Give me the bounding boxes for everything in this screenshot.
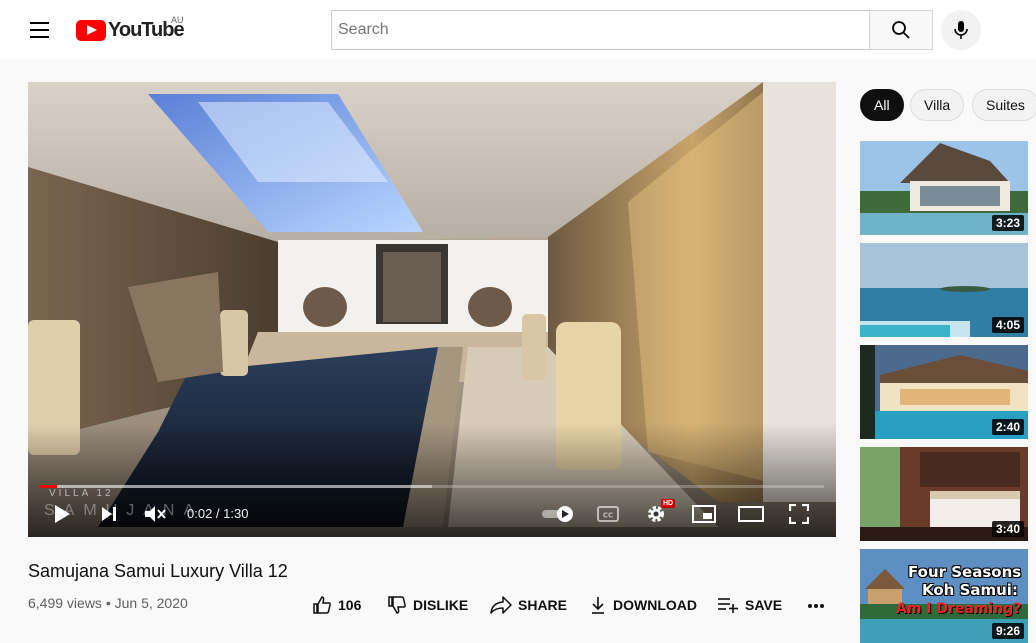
video-duration: 3:23 xyxy=(991,215,1024,231)
video-title: Samujana Samui Luxury Villa 12 xyxy=(28,561,288,581)
fullscreen-icon xyxy=(789,504,809,524)
masthead: YouTube AU xyxy=(0,0,1036,58)
download-label: DOWNLOAD xyxy=(613,597,697,613)
miniplayer-button[interactable] xyxy=(690,500,718,528)
mute-icon xyxy=(145,506,166,522)
dislike-button[interactable]: DISLIKE xyxy=(387,594,468,616)
search-box xyxy=(331,10,870,50)
video-views-date: 6,499 views • Jun 5, 2020 xyxy=(28,595,188,611)
thumbnail-title-line-1: Four Seasons xyxy=(908,563,1022,581)
menu-icon[interactable] xyxy=(22,16,58,44)
progress-buffered xyxy=(40,485,432,488)
autoplay-toggle-icon xyxy=(542,506,573,522)
search-input[interactable] xyxy=(332,11,869,49)
recommended-video-4[interactable]: 3:40 xyxy=(860,447,1028,541)
save-label: SAVE xyxy=(745,597,783,613)
fullscreen-button[interactable] xyxy=(785,500,813,528)
progress-bar[interactable] xyxy=(40,485,824,488)
chip-suites[interactable]: Suites xyxy=(972,89,1036,121)
youtube-logo[interactable]: YouTube xyxy=(76,18,185,42)
progress-played xyxy=(40,485,58,488)
video-frame xyxy=(28,82,836,537)
download-button[interactable]: DOWNLOAD xyxy=(589,594,697,616)
like-count: 106 xyxy=(338,597,362,613)
play-button[interactable] xyxy=(48,500,76,528)
more-horizontal-icon xyxy=(808,604,824,608)
like-button[interactable]: 106 xyxy=(312,594,361,616)
next-icon xyxy=(102,507,116,521)
search-button[interactable] xyxy=(869,10,933,50)
svg-text:CC: CC xyxy=(603,512,613,520)
recommended-video-1[interactable]: 3:23 xyxy=(860,141,1028,235)
play-icon xyxy=(55,505,70,523)
video-watermark-title: VILLA 12 xyxy=(49,488,114,499)
captions-icon: CC xyxy=(597,506,619,522)
play-logo-icon xyxy=(76,19,106,41)
captions-button[interactable]: CC xyxy=(594,500,622,528)
video-duration: 2:40 xyxy=(991,419,1024,435)
video-duration: 3:40 xyxy=(991,521,1024,537)
download-icon xyxy=(592,597,604,614)
country-code: AU xyxy=(171,15,184,25)
chip-all[interactable]: All xyxy=(860,89,904,121)
miniplayer-icon xyxy=(692,505,716,523)
thumbs-down-icon xyxy=(388,596,406,614)
microphone-icon xyxy=(954,21,968,39)
share-icon xyxy=(490,596,512,614)
voice-search-button[interactable] xyxy=(941,10,981,50)
chip-villa[interactable]: Villa xyxy=(910,89,965,121)
mute-button[interactable] xyxy=(141,500,169,528)
search-icon xyxy=(892,21,910,39)
thumbnail-title-line-2: Koh Samui: xyxy=(922,581,1018,599)
add-to-playlist-icon xyxy=(718,598,738,613)
recommended-video-5[interactable]: Four Seasons Koh Samui: Am I Dreaming? 9… xyxy=(860,549,1028,643)
share-button[interactable]: SHARE xyxy=(490,594,567,616)
video-player[interactable]: VILLA 12 SAMUJANA 0:02 / 1:30 CC HD xyxy=(28,82,836,537)
recommended-video-2[interactable]: 4:05 xyxy=(860,243,1028,337)
autoplay-toggle[interactable] xyxy=(540,500,576,528)
recommended-video-3[interactable]: 2:40 xyxy=(860,345,1028,439)
thumbnail-title-line-3: Am I Dreaming? xyxy=(896,601,1022,617)
time-display: 0:02 / 1:30 xyxy=(187,506,249,521)
theater-icon xyxy=(738,506,764,522)
more-actions-button[interactable] xyxy=(806,596,826,616)
dislike-label: DISLIKE xyxy=(413,597,469,613)
video-duration: 9:26 xyxy=(991,623,1024,639)
share-label: SHARE xyxy=(518,597,568,613)
theater-mode-button[interactable] xyxy=(737,500,765,528)
video-duration: 4:05 xyxy=(991,317,1024,333)
save-button[interactable]: SAVE xyxy=(717,594,782,616)
hd-badge: HD xyxy=(661,499,676,508)
next-button[interactable] xyxy=(95,500,123,528)
thumbs-up-icon xyxy=(313,596,331,614)
